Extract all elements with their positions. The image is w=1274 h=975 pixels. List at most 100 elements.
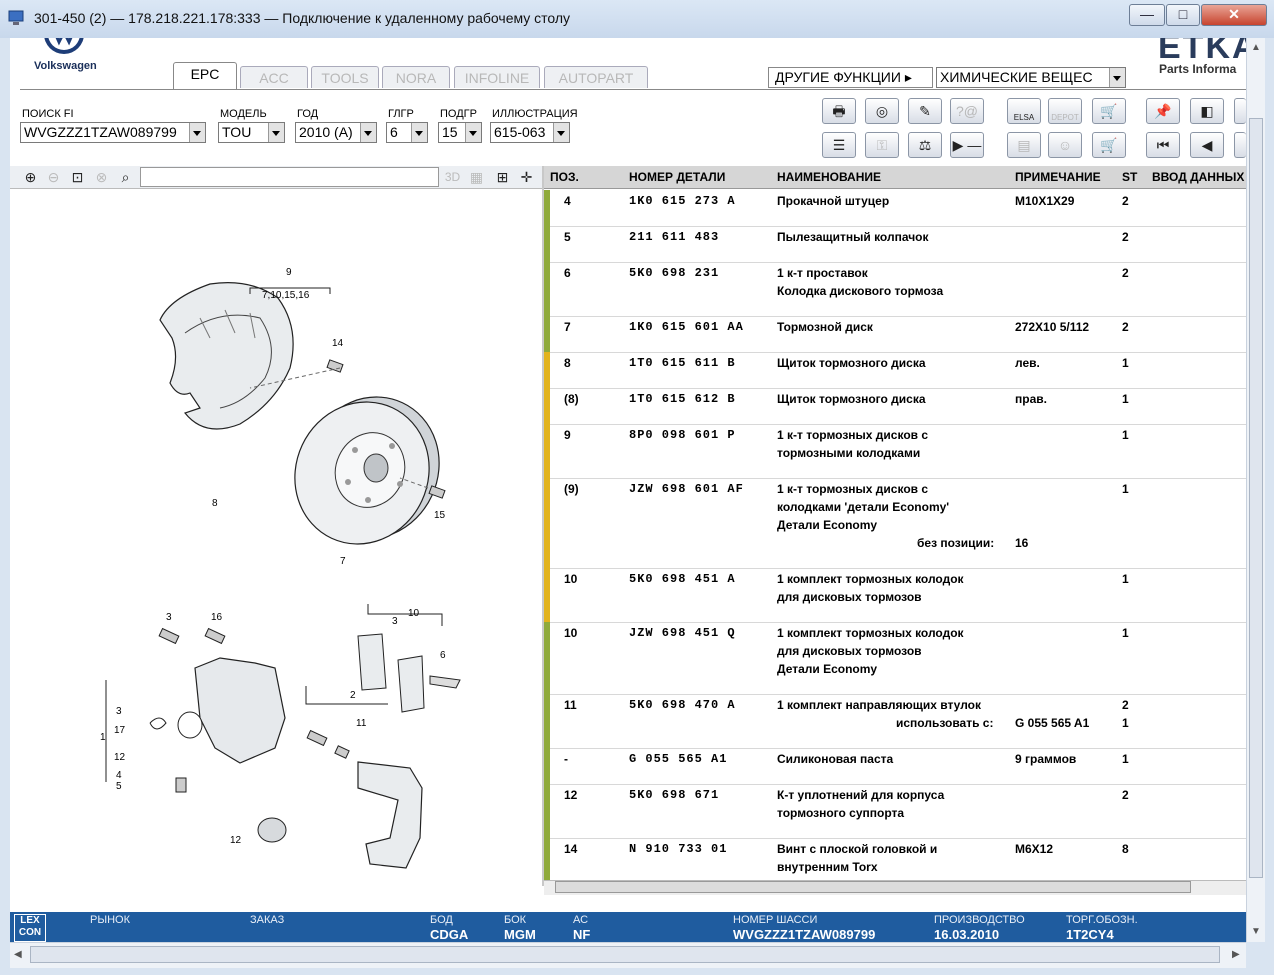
year-select[interactable]: 2010 (A): [295, 122, 377, 143]
tab-acc[interactable]: ACC: [240, 66, 308, 88]
print-icon[interactable]: 🖶: [822, 98, 856, 124]
callout-1[interactable]: 1: [100, 732, 106, 743]
next-page-icon[interactable]: [1234, 132, 1246, 158]
zoom-out-icon[interactable]: ⊖: [43, 167, 64, 188]
scroll-up-icon[interactable]: ▲: [1247, 42, 1265, 53]
callout-3b[interactable]: 3: [392, 616, 398, 627]
col-note[interactable]: ПРИМЕЧАНИЕ: [1015, 170, 1101, 184]
magnifier-icon[interactable]: ⌕: [115, 167, 136, 188]
callout-6[interactable]: 6: [440, 650, 446, 661]
chevron-down-icon[interactable]: [360, 123, 376, 142]
callout-16[interactable]: 16: [211, 612, 223, 623]
col-st[interactable]: ST: [1122, 170, 1137, 184]
key-icon[interactable]: ⚿: [865, 132, 899, 158]
chevron-down-icon[interactable]: [1109, 68, 1125, 87]
parts-illustration[interactable]: 9 7,10,15,16 14 8 7 15 3 16 10 3 6 2 11 …: [10, 188, 544, 918]
illustration-select[interactable]: 615-063: [490, 122, 570, 143]
page-back-icon[interactable]: ◧: [1190, 98, 1224, 124]
col-data-entry[interactable]: ВВОД ДАННЫХ: [1152, 170, 1244, 184]
other-functions-button[interactable]: ДРУГИЕ ФУНКЦИИ ▸: [768, 67, 933, 88]
callout-7-10-15-16[interactable]: 7,10,15,16: [262, 290, 310, 301]
callout-8[interactable]: 8: [212, 498, 218, 509]
pin-icon[interactable]: 📌: [1146, 98, 1180, 124]
table-row[interactable]: 11 5K0 698 470 A 1 комплект направляющих в…: [544, 694, 1246, 749]
tab-autopart[interactable]: AUTOPART: [544, 66, 648, 88]
chevron-down-icon[interactable]: [268, 123, 284, 142]
chevron-down-icon[interactable]: [189, 123, 205, 142]
table-hscroll-thumb[interactable]: [555, 881, 1191, 893]
help-icon[interactable]: ?@: [950, 98, 984, 124]
illustration-search-input[interactable]: [140, 167, 439, 187]
elsa-button[interactable]: ELSA: [1007, 98, 1041, 124]
table-row[interactable]: - G 055 565 A1 Силиконовая паста 9 граммов 1: [544, 748, 1246, 785]
scroll-right-icon[interactable]: ▶: [1232, 949, 1240, 960]
table-row[interactable]: 7 1K0 615 601 AA Тормозной диск 272X10 5/11…: [544, 316, 1246, 353]
table-row[interactable]: (8) 1T0 615 612 B Щиток тормозного диска пр…: [544, 388, 1246, 425]
table-row[interactable]: 12 5K0 698 671 К-т уплотнений для корпуса т…: [544, 784, 1246, 839]
fi-search-input[interactable]: WVGZZZ1TZAW089799: [20, 122, 206, 143]
callout-12[interactable]: 12: [114, 752, 126, 763]
callout-9[interactable]: 9: [286, 267, 292, 278]
grid-add-icon[interactable]: ▦: [466, 167, 487, 188]
col-name[interactable]: НАИМЕНОВАНИЕ: [777, 170, 881, 184]
list-icon[interactable]: ☰: [822, 132, 856, 158]
table-row[interactable]: (9) JZW 698 601 AF 1 к-т тормозных дисков …: [544, 478, 1246, 569]
col-pos[interactable]: ПОЗ.: [550, 170, 579, 184]
callout-5[interactable]: 5: [116, 781, 122, 792]
callout-7[interactable]: 7: [340, 556, 346, 567]
first-page-icon[interactable]: ⏮: [1146, 132, 1180, 158]
model-select[interactable]: TOU: [218, 122, 285, 143]
group-select[interactable]: 6: [386, 122, 428, 143]
tab-tools[interactable]: TOOLS: [311, 66, 379, 88]
table-row[interactable]: 9 8P0 098 601 P 1 к-т тормозных дисков с то…: [544, 424, 1246, 479]
split-view-icon[interactable]: ⊞: [492, 167, 513, 188]
window-titlebar[interactable]: 301-450 (2) — 178.218.221.178:333 — Подк…: [0, 0, 1274, 38]
maximize-button[interactable]: □: [1166, 4, 1200, 26]
callout-17[interactable]: 17: [114, 725, 126, 736]
person-icon[interactable]: ☺: [1048, 132, 1082, 158]
table-row[interactable]: 8 1T0 615 611 B Щиток тормозного диска лев.…: [544, 352, 1246, 389]
tag-icon[interactable]: ✎: [908, 98, 942, 124]
disc-icon[interactable]: ◎: [865, 98, 899, 124]
table-row[interactable]: 10 JZW 698 451 Q 1 комплект тормозных коло…: [544, 622, 1246, 695]
cart-icon[interactable]: 🛒: [1092, 132, 1126, 158]
chevron-down-icon[interactable]: [465, 123, 481, 142]
play-minus-icon[interactable]: ▶ —: [950, 132, 984, 158]
zoom-reset-icon[interactable]: ⊗: [91, 167, 112, 188]
zoom-fit-icon[interactable]: ⊡: [67, 167, 88, 188]
callout-3[interactable]: 3: [166, 612, 172, 623]
tab-epc[interactable]: EPC: [173, 62, 237, 90]
cart-export-icon[interactable]: 🛒: [1092, 98, 1126, 124]
table-row[interactable]: 4 1K0 615 273 A Прокачной штуцер M10X1X29 2: [544, 190, 1246, 227]
hscroll-thumb[interactable]: [30, 946, 1220, 963]
callout-2[interactable]: 2: [350, 690, 356, 701]
callout-12b[interactable]: 12: [230, 835, 242, 846]
scale-icon[interactable]: ⚖: [908, 132, 942, 158]
scroll-left-icon[interactable]: ◀: [14, 949, 22, 960]
table-row[interactable]: 10 5K0 698 451 A 1 комплект тормозных коло…: [544, 568, 1246, 623]
window-vscroll[interactable]: ▲ ▼: [1246, 38, 1265, 942]
chevron-down-icon[interactable]: [553, 123, 569, 142]
page-forward-icon[interactable]: [1234, 98, 1246, 124]
scroll-down-icon[interactable]: ▼: [1247, 926, 1265, 937]
chevron-down-icon[interactable]: [411, 123, 427, 142]
col-part-number[interactable]: НОМЕР ДЕТАЛИ: [629, 170, 725, 184]
tab-infoline[interactable]: INFOLINE: [454, 66, 540, 88]
crosshair-icon[interactable]: ✛: [516, 167, 537, 188]
callout-3c[interactable]: 3: [116, 706, 122, 717]
callout-10[interactable]: 10: [408, 608, 420, 619]
table-row[interactable]: 6 5K0 698 231 1 к-т проставок Колодка диско…: [544, 262, 1246, 317]
close-button[interactable]: ✕: [1201, 4, 1267, 26]
callout-11[interactable]: 11: [356, 718, 367, 729]
3d-view-button[interactable]: 3D: [442, 167, 463, 188]
chemicals-combo[interactable]: ХИМИЧЕСКИЕ ВЕЩЕС: [936, 67, 1126, 88]
callout-14[interactable]: 14: [332, 338, 344, 349]
tab-nora[interactable]: NORA: [382, 66, 450, 88]
depot-button[interactable]: DEPOT: [1048, 98, 1082, 124]
subgroup-select[interactable]: 15: [438, 122, 482, 143]
vscroll-thumb[interactable]: [1249, 118, 1263, 878]
prev-page-icon[interactable]: ◀: [1190, 132, 1224, 158]
workshop-icon[interactable]: ▤: [1007, 132, 1041, 158]
table-row[interactable]: 5 211 611 483 Пылезащитный колпачок 2: [544, 226, 1246, 263]
zoom-in-icon[interactable]: ⊕: [20, 167, 41, 188]
